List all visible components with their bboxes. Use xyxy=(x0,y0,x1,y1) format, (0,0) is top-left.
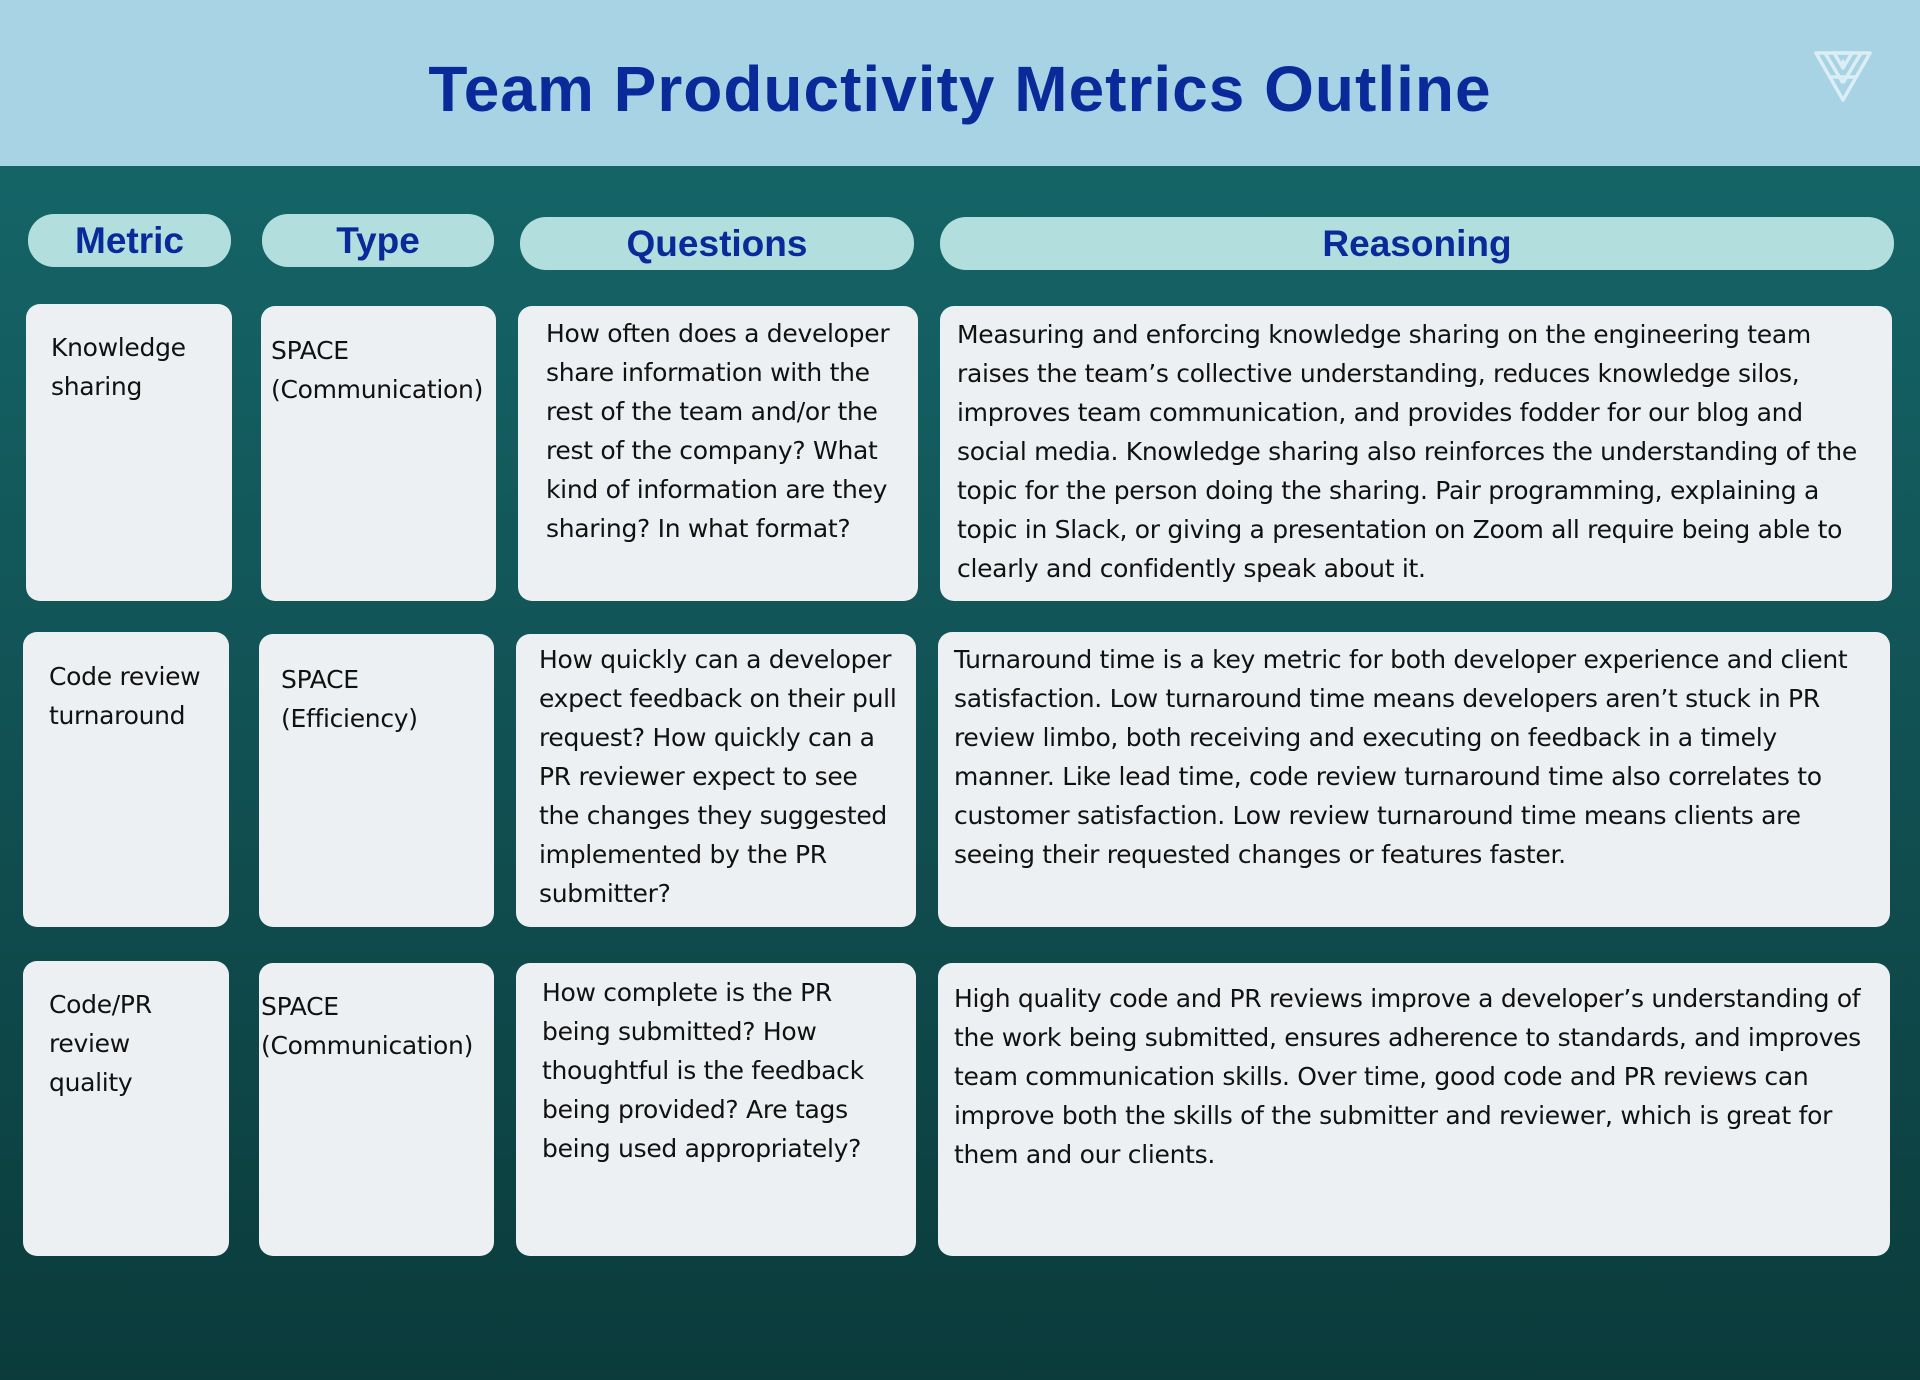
reasoning-text: High quality code and PR reviews improve… xyxy=(954,984,1861,1169)
column-header-label: Type xyxy=(336,219,420,261)
triangle-logo-icon xyxy=(1814,51,1872,102)
column-header-questions: Questions xyxy=(520,217,914,270)
questions-text: How quickly can a developer expect feedb… xyxy=(539,645,897,908)
column-header-reasoning: Reasoning xyxy=(940,217,1894,270)
column-header-label: Questions xyxy=(626,222,808,264)
reasoning-cell: High quality code and PR reviews improve… xyxy=(938,963,1890,1256)
type-text: SPACE (Efficiency) xyxy=(281,665,418,733)
metric-text: Code review turnaround xyxy=(49,662,201,730)
reasoning-cell: Measuring and enforcing knowledge sharin… xyxy=(940,306,1892,601)
type-cell: SPACE (Communication) xyxy=(261,306,496,601)
column-header-label: Reasoning xyxy=(1322,222,1512,264)
reasoning-text: Measuring and enforcing knowledge sharin… xyxy=(957,320,1857,583)
type-text: SPACE (Communication) xyxy=(261,992,474,1060)
type-cell: SPACE (Efficiency) xyxy=(259,634,494,927)
questions-text: How complete is the PR being submitted? … xyxy=(542,978,864,1163)
metric-cell: Code/PR review quality xyxy=(23,961,229,1256)
reasoning-cell: Turnaround time is a key metric for both… xyxy=(938,632,1890,927)
questions-cell: How often does a developer share informa… xyxy=(518,306,918,601)
questions-cell: How quickly can a developer expect feedb… xyxy=(516,634,916,927)
metric-cell: Code review turnaround xyxy=(23,632,229,927)
metric-cell: Knowledge sharing xyxy=(26,304,232,601)
type-text: SPACE (Communication) xyxy=(271,336,484,404)
column-header-type: Type xyxy=(262,214,494,267)
metric-text: Code/PR review quality xyxy=(49,990,152,1097)
column-header-label: Metric xyxy=(75,219,184,261)
questions-cell: How complete is the PR being submitted? … xyxy=(516,963,916,1256)
type-cell: SPACE (Communication) xyxy=(259,963,494,1256)
header-banner: Team Productivity Metrics Outline xyxy=(0,0,1920,166)
column-header-metric: Metric xyxy=(28,214,231,267)
metric-text: Knowledge sharing xyxy=(51,333,186,401)
reasoning-text: Turnaround time is a key metric for both… xyxy=(954,645,1848,869)
page-title: Team Productivity Metrics Outline xyxy=(428,53,1492,125)
questions-text: How often does a developer share informa… xyxy=(546,319,890,543)
